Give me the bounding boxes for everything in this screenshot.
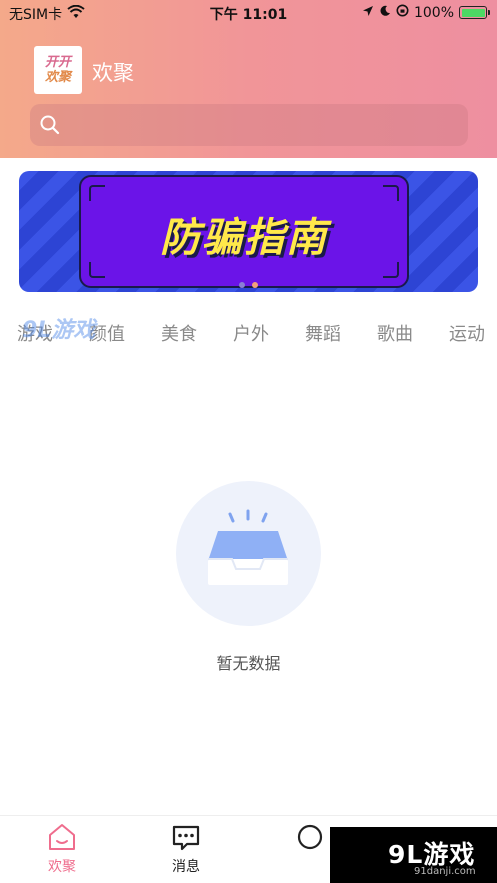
search-icon: [39, 114, 61, 136]
battery-percent: 100%: [413, 4, 454, 21]
category-tab-songs[interactable]: 歌曲: [377, 320, 413, 346]
tab-messages[interactable]: 消息: [146, 816, 226, 883]
search-bar[interactable]: [30, 104, 468, 146]
search-input[interactable]: [68, 104, 458, 146]
empty-box-icon: [208, 509, 288, 585]
watermark-url: 91danji.com: [414, 866, 476, 877]
carousel-dot[interactable]: [239, 282, 245, 288]
app-title: 欢聚: [92, 61, 134, 85]
watermark-logo: 9L游戏: [22, 318, 96, 343]
category-tab-food[interactable]: 美食: [161, 320, 197, 346]
logo-text-top: 开开: [44, 55, 71, 70]
banner-carousel[interactable]: 防骗指南: [19, 171, 478, 292]
banner-frame: 防骗指南: [79, 175, 409, 288]
battery-icon: [459, 6, 490, 19]
tab-home[interactable]: 欢聚: [22, 816, 102, 883]
status-bar: 无SIM卡 下午 11:01 100%: [0, 0, 497, 26]
banner-title: 防骗指南: [160, 215, 328, 261]
category-tab-dance[interactable]: 舞蹈: [305, 320, 341, 346]
watermark-overlay: 9L游戏 91danji.com: [330, 827, 497, 883]
header: 无SIM卡 下午 11:01 100% 开开 欢聚 欢聚: [0, 0, 497, 158]
orientation-lock-icon: [396, 4, 409, 21]
moon-icon: [379, 5, 391, 21]
empty-state-illustration: [176, 481, 321, 626]
tab-messages-label: 消息: [172, 859, 200, 875]
home-icon: [46, 822, 78, 852]
app-logo: 开开 欢聚: [34, 46, 82, 94]
carousel-dot-active[interactable]: [252, 282, 258, 288]
tab-home-label: 欢聚: [48, 859, 76, 875]
category-tab-outdoor[interactable]: 户外: [233, 320, 269, 346]
location-icon: [362, 5, 374, 21]
message-icon: [170, 822, 202, 852]
empty-state-text: 暂无数据: [216, 654, 281, 673]
carousel-indicator: [19, 282, 478, 288]
category-tab-sports[interactable]: 运动: [449, 320, 485, 346]
compass-icon: [294, 822, 326, 852]
logo-text-bottom: 欢聚: [44, 70, 71, 85]
